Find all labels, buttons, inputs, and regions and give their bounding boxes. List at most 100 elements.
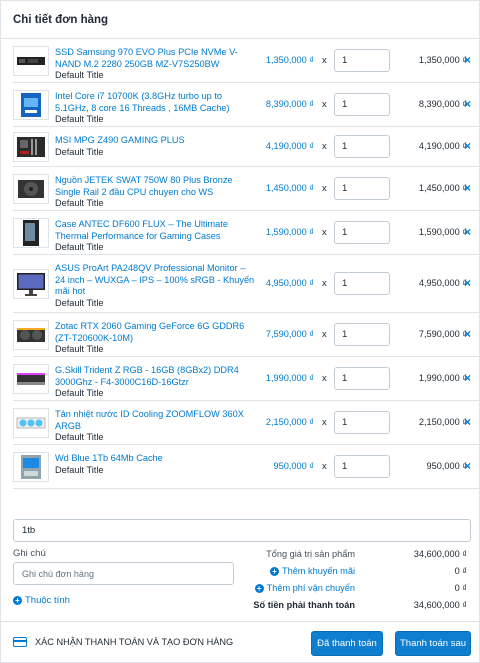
- discount-value: 0 ₫: [454, 566, 467, 576]
- panel-title: Chi tiết đơn hàng: [1, 1, 479, 39]
- times-sign: x: [322, 461, 327, 472]
- subtotal-value: 34,600,000 ₫: [413, 549, 467, 559]
- summary-total-row: Số tiền phải thanh toán 34,600,000 ₫: [253, 600, 467, 617]
- unit-price: 1,350,000 ₫: [265, 55, 314, 65]
- remove-item-icon[interactable]: ×: [464, 371, 471, 385]
- quantity-input[interactable]: [334, 272, 390, 295]
- product-name-link[interactable]: Wd Blue 1Tb 64Mb Cache: [55, 453, 255, 465]
- product-variant: Default Title: [55, 344, 104, 354]
- times-sign: x: [322, 278, 327, 289]
- quantity-input[interactable]: [334, 455, 390, 478]
- times-sign: x: [322, 329, 327, 340]
- product-name-link[interactable]: Nguồn JETEK SWAT 750W 80 Plus Bronze Sin…: [55, 175, 255, 198]
- line-total: 1,590,000 ₫: [418, 227, 467, 237]
- product-variant: Default Title: [55, 146, 104, 157]
- add-discount-link[interactable]: + Thêm khuyến mãi: [269, 566, 355, 576]
- line-total: 4,950,000 ₫: [418, 278, 467, 288]
- quantity-input[interactable]: [334, 135, 390, 158]
- paid-button[interactable]: Đã thanh toán: [311, 631, 383, 656]
- product-thumbnail: [13, 132, 49, 162]
- tag-input[interactable]: [13, 519, 471, 542]
- times-sign: x: [322, 141, 327, 152]
- product-variant: Default Title: [55, 388, 104, 398]
- product-name-link[interactable]: MSI MPG Z490 GAMING PLUS: [55, 135, 255, 147]
- add-shipping-label: Thêm phí vận chuyển: [266, 583, 355, 593]
- unit-price: 1,590,000 ₫: [265, 227, 314, 237]
- product-name-link[interactable]: Intel Core i7 10700K (3.8GHz turbo up to…: [55, 91, 255, 114]
- product-name-link[interactable]: Tản nhiệt nước ID Cooling ZOOMFLOW 360X …: [55, 409, 255, 432]
- line-total: 7,590,000 ₫: [418, 329, 467, 339]
- line-item-row: G.Skill Trident Z RGB - 16GB (8GBx2) DDR…: [13, 357, 479, 401]
- remove-item-icon[interactable]: ×: [464, 97, 471, 111]
- plus-circle-icon: +: [254, 583, 264, 593]
- product-variant: Default Title: [55, 464, 104, 475]
- product-info: Zotac RTX 2060 Gaming GeForce 6G GDDR6 (…: [55, 321, 255, 356]
- pay-later-button[interactable]: Thanh toán sau: [395, 631, 471, 656]
- note-label: Ghi chú: [13, 548, 46, 559]
- product-name-link[interactable]: ASUS ProArt PA248QV Professional Monitor…: [55, 263, 255, 298]
- product-variant: Default Title: [55, 242, 104, 252]
- line-item-row: Nguồn JETEK SWAT 750W 80 Plus Bronze Sin…: [13, 167, 479, 211]
- remove-item-icon[interactable]: ×: [464, 327, 471, 341]
- total-due-label: Số tiền phải thanh toán: [253, 600, 355, 610]
- product-info: G.Skill Trident Z RGB - 16GB (8GBx2) DDR…: [55, 365, 255, 400]
- unit-price: 8,390,000 ₫: [265, 99, 314, 109]
- remove-item-icon[interactable]: ×: [464, 459, 471, 473]
- product-name-link[interactable]: SSD Samsung 970 EVO Plus PCIe NVMe V-NAN…: [55, 47, 255, 70]
- unit-price: 7,590,000 ₫: [265, 329, 314, 339]
- product-info: Tản nhiệt nước ID Cooling ZOOMFLOW 360X …: [55, 409, 255, 444]
- product-thumbnail: [13, 320, 49, 350]
- attributes-link[interactable]: + Thuộc tính: [13, 595, 70, 606]
- summary-subtotal-row: Tổng giá trị sản phẩm 34,600,000 ₫: [266, 549, 467, 566]
- product-name-link[interactable]: Case ANTEC DF600 FLUX – The Ultimate The…: [55, 219, 255, 242]
- total-due-value: 34,600,000 ₫: [413, 600, 467, 610]
- summary-discount-row: + Thêm khuyến mãi 0 ₫: [267, 566, 467, 583]
- line-total: 1,350,000 ₫: [418, 55, 467, 65]
- remove-item-icon[interactable]: ×: [464, 415, 471, 429]
- line-item-row: ASUS ProArt PA248QV Professional Monitor…: [13, 255, 479, 313]
- product-variant: Default Title: [55, 432, 104, 442]
- plus-circle-icon: +: [13, 596, 22, 605]
- quantity-input[interactable]: [334, 411, 390, 434]
- quantity-input[interactable]: [334, 49, 390, 72]
- unit-price: 4,190,000 ₫: [265, 141, 314, 151]
- quantity-input[interactable]: [334, 93, 390, 116]
- remove-item-icon[interactable]: ×: [464, 53, 471, 67]
- product-thumbnail: [13, 408, 49, 438]
- product-variant: Default Title: [55, 297, 104, 308]
- remove-item-icon[interactable]: ×: [464, 139, 471, 153]
- times-sign: x: [322, 99, 327, 110]
- remove-item-icon[interactable]: ×: [464, 276, 471, 290]
- line-item-row: Zotac RTX 2060 Gaming GeForce 6G GDDR6 (…: [13, 313, 479, 357]
- remove-item-icon[interactable]: ×: [464, 181, 471, 195]
- line-total: 950,000 ₫: [426, 461, 467, 471]
- line-total: 4,190,000 ₫: [418, 141, 467, 151]
- plus-circle-icon: +: [269, 566, 279, 576]
- line-item-row: Case ANTEC DF600 FLUX – The Ultimate The…: [13, 211, 479, 255]
- product-name-link[interactable]: G.Skill Trident Z RGB - 16GB (8GBx2) DDR…: [55, 365, 255, 388]
- quantity-input[interactable]: [334, 177, 390, 200]
- unit-price: 1,990,000 ₫: [265, 373, 314, 383]
- quantity-input[interactable]: [334, 221, 390, 244]
- line-item-row: Intel Core i7 10700K (3.8GHz turbo up to…: [13, 83, 479, 127]
- line-items-list: SSD Samsung 970 EVO Plus PCIe NVMe V-NAN…: [13, 39, 479, 489]
- line-item-row: Tản nhiệt nước ID Cooling ZOOMFLOW 360X …: [13, 401, 479, 445]
- product-variant: Default Title: [55, 70, 104, 80]
- times-sign: x: [322, 183, 327, 194]
- product-info: SSD Samsung 970 EVO Plus PCIe NVMe V-NAN…: [55, 47, 255, 82]
- line-item-row: MSI MPG Z490 GAMING PLUS Default Title 4,1…: [13, 127, 479, 167]
- product-thumbnail: [13, 364, 49, 394]
- order-summary: Tổng giá trị sản phẩm 34,600,000 ₫ + Thê…: [253, 549, 467, 617]
- quantity-input[interactable]: [334, 367, 390, 390]
- note-input[interactable]: [13, 562, 234, 585]
- remove-item-icon[interactable]: ×: [464, 225, 471, 239]
- quantity-input[interactable]: [334, 323, 390, 346]
- line-total: 8,390,000 ₫: [418, 99, 467, 109]
- product-thumbnail: [13, 269, 49, 299]
- footer-bar: XÁC NHẬN THANH TOÁN VÀ TẠO ĐƠN HÀNG Đã t…: [1, 621, 479, 663]
- attributes-link-label: Thuộc tính: [25, 595, 70, 606]
- product-info: Wd Blue 1Tb 64Mb Cache Default Title: [55, 453, 255, 476]
- add-shipping-link[interactable]: + Thêm phí vận chuyển: [254, 583, 355, 593]
- product-info: Intel Core i7 10700K (3.8GHz turbo up to…: [55, 91, 255, 126]
- product-name-link[interactable]: Zotac RTX 2060 Gaming GeForce 6G GDDR6 (…: [55, 321, 255, 344]
